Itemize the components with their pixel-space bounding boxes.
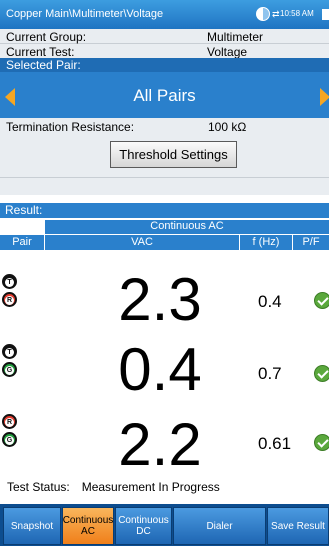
pass-check-icon — [314, 365, 329, 382]
save-result-button[interactable]: Save Result — [267, 507, 329, 545]
tip-icon: T — [2, 344, 17, 359]
snapshot-button[interactable]: Snapshot — [3, 507, 61, 545]
pass-check-icon — [314, 434, 329, 451]
vac-value: 2.2 — [118, 411, 202, 478]
column-header-pair: Pair — [0, 235, 44, 250]
tip-icon: T — [2, 274, 17, 289]
current-test-value: Voltage — [207, 45, 248, 59]
termination-label: Termination Resistance: — [6, 120, 135, 134]
ring-icon: R — [2, 414, 17, 429]
column-header-vac: VAC — [45, 235, 239, 250]
bottom-toolbar: Snapshot Continuous AC Continuous DC Dia… — [0, 504, 329, 546]
current-group-row: Current Group: Multimeter — [0, 29, 329, 44]
current-test-row: Current Test: Voltage — [0, 44, 329, 59]
termination-value[interactable]: 100 kΩ — [208, 120, 246, 134]
globe-icon — [256, 7, 270, 21]
continuous-dc-button[interactable]: Continuous DC — [115, 507, 172, 545]
result-row-tip-ground: T G 0.4 0.7 — [0, 336, 329, 408]
continuous-ac-button[interactable]: Continuous AC — [62, 507, 114, 545]
threshold-area: Threshold Settings — [0, 134, 329, 178]
measurement-mode-header: Continuous AC — [45, 220, 329, 234]
frequency-value: 0.61 — [258, 434, 292, 453]
column-header-frequency: f (Hz) — [240, 235, 292, 250]
dialer-button[interactable]: Dialer — [173, 507, 266, 545]
threshold-settings-button[interactable]: Threshold Settings — [110, 141, 237, 168]
termination-row: Termination Resistance: 100 kΩ — [0, 118, 329, 134]
current-group-label: Current Group: — [6, 30, 87, 44]
selected-pair-header: Selected Pair: — [0, 58, 329, 72]
ground-icon: G — [2, 362, 17, 377]
battery-icon — [322, 9, 329, 20]
result-header: Result: — [0, 203, 329, 218]
blank-row — [0, 178, 329, 195]
ground-icon: G — [2, 432, 17, 447]
column-header-pass-fail: P/F — [293, 235, 329, 250]
result-row-tip-ring: T R 2.3 0.4 — [0, 262, 329, 334]
window-title: Copper Main\Multimeter\Voltage — [6, 8, 164, 20]
frequency-value: 0.4 — [258, 292, 282, 311]
selected-pair-selector: All Pairs — [0, 72, 329, 118]
test-status: Test Status: Measurement In Progress — [7, 480, 220, 494]
vac-value: 2.3 — [118, 266, 202, 333]
pass-check-icon — [314, 292, 329, 309]
current-group-value: Multimeter — [207, 30, 264, 44]
selected-pair-value: All Pairs — [133, 86, 196, 105]
result-row-ring-ground: R G 2.2 0.61 — [0, 405, 329, 477]
frequency-value: 0.7 — [258, 364, 282, 383]
test-status-value: Measurement In Progress — [81, 480, 220, 494]
test-status-label: Test Status: — [7, 480, 70, 494]
title-bar: Copper Main\Multimeter\Voltage ⇄ 10:58 A… — [0, 0, 329, 29]
vac-value: 0.4 — [118, 336, 202, 403]
result-label: Result: — [5, 203, 43, 217]
clock: 10:58 AM — [280, 9, 314, 18]
ring-icon: R — [2, 292, 17, 307]
selected-pair-label: Selected Pair: — [6, 58, 81, 72]
network-icon: ⇄ — [272, 9, 280, 19]
next-pair-arrow-icon[interactable] — [320, 88, 329, 106]
current-test-label: Current Test: — [6, 45, 75, 59]
